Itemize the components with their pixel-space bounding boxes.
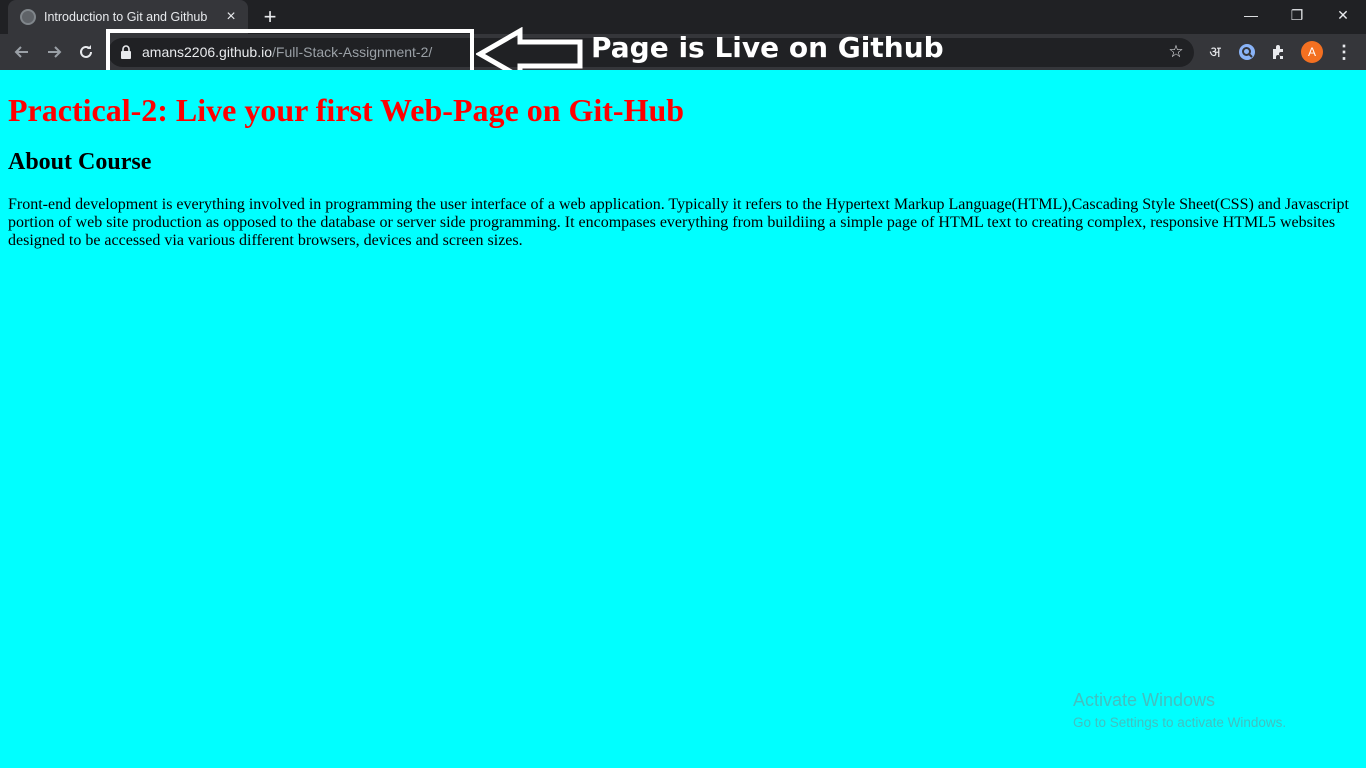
profile-avatar[interactable]: A: [1301, 41, 1323, 63]
puzzle-extensions-icon[interactable]: [1268, 41, 1290, 63]
extension-search-icon[interactable]: [1236, 41, 1258, 63]
section-heading: About Course: [8, 149, 152, 175]
watermark-subtitle: Go to Settings to activate Windows.: [1073, 715, 1287, 730]
minimize-button[interactable]: —: [1228, 0, 1274, 30]
web-page-content: Practical-2: Live your first Web-Page on…: [0, 70, 1366, 768]
arrow-left-icon: [14, 46, 28, 58]
window-controls: — ❐ ✕: [1228, 0, 1366, 30]
tab-close-button[interactable]: ×: [222, 8, 240, 26]
annotation-highlight-box: [106, 29, 474, 75]
back-button[interactable]: [8, 38, 36, 66]
close-window-button[interactable]: ✕: [1320, 0, 1366, 30]
bookmark-star-icon[interactable]: ☆: [1166, 42, 1186, 62]
page-heading: Practical-2: Live your first Web-Page on…: [8, 92, 685, 128]
new-tab-button[interactable]: +: [258, 6, 282, 30]
menu-kebab-icon[interactable]: ⋮: [1333, 41, 1355, 63]
reload-icon: [80, 45, 92, 58]
forward-button[interactable]: [40, 38, 68, 66]
reload-button[interactable]: [72, 38, 100, 66]
tab-title: Introduction to Git and Github: [44, 10, 208, 24]
watermark-title: Activate Windows: [1073, 690, 1216, 710]
course-description: Front-end development is everything invo…: [8, 196, 1349, 249]
restore-button[interactable]: ❐: [1274, 0, 1320, 30]
windows-activation-watermark: Activate Windows Go to Settings to activ…: [1073, 690, 1286, 730]
translate-icon[interactable]: अ: [1204, 41, 1226, 63]
globe-icon: [20, 9, 36, 25]
annotation-label: Page is Live on Github: [591, 31, 944, 64]
arrow-right-icon: [48, 46, 62, 58]
